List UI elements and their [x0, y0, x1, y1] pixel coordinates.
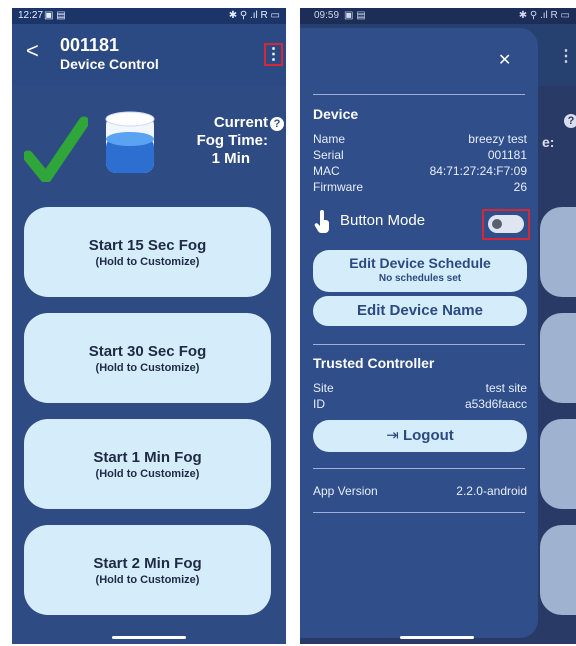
background-more-icon: ⋮ [558, 48, 574, 65]
row-value: 84:71:27:24:F7:09 [429, 164, 527, 178]
row-value: breezy test [468, 132, 527, 146]
background-button [540, 313, 576, 403]
checkmark-icon [24, 116, 88, 182]
app-bar: < 001181 Device Control ⋮ [12, 24, 286, 86]
fog-time-line2: Fog Time: [196, 132, 268, 149]
id-row: ID a53d6faacc [313, 397, 527, 411]
back-arrow-icon[interactable]: < [26, 40, 39, 62]
background-button [540, 207, 576, 297]
row-label: MAC [313, 164, 340, 178]
status-time: 09:59 [314, 10, 340, 21]
row-label: Firmware [313, 180, 363, 194]
button-hint: (Hold to Customize) [95, 574, 200, 586]
row-label: App Version [313, 484, 378, 498]
status-time: 12:27 [18, 10, 44, 21]
fog-time-value: 1 Min [211, 150, 250, 167]
page-subtitle: Device Control [60, 56, 159, 72]
button-label: Start 30 Sec Fog [88, 343, 207, 360]
device-name-row: Name breezy test [313, 132, 527, 146]
device-firmware-row: Firmware 26 [313, 180, 527, 194]
drawer-screen: 09:59 ▣ ▤ ✱ ⚲ .ıl R ▭ ⋮ ? e: ✕ Device Na… [300, 8, 576, 644]
start-1-min-fog-button[interactable]: Start 1 Min Fog (Hold to Customize) [24, 419, 271, 509]
row-label: Name [313, 132, 346, 146]
divider [313, 344, 525, 345]
button-hint: (Hold to Customize) [95, 362, 200, 374]
status-right-icons: ✱ ⚲ .ıl R ▭ [228, 10, 280, 21]
fog-time-line1: Current [213, 114, 268, 131]
row-label: Serial [313, 148, 344, 162]
device-section-title: Device [313, 106, 359, 122]
start-30-sec-fog-button[interactable]: Start 30 Sec Fog (Hold to Customize) [24, 313, 271, 403]
divider [313, 94, 525, 95]
status-notification-icons: ▣ ▤ [44, 10, 66, 21]
start-2-min-fog-button[interactable]: Start 2 Min Fog (Hold to Customize) [24, 525, 271, 615]
edit-device-name-button[interactable]: Edit Device Name [313, 296, 527, 326]
site-row: Site test site [313, 381, 527, 395]
home-indicator[interactable] [400, 636, 474, 639]
device-serial-row: Serial 001181 [313, 148, 527, 162]
background-button [540, 525, 576, 615]
device-mac-row: MAC 84:71:27:24:F7:09 [313, 164, 527, 178]
divider [313, 468, 525, 469]
row-value: 26 [513, 180, 527, 194]
schedule-status: No schedules set [378, 273, 462, 284]
status-bar: 09:59 ▣ ▤ ✱ ⚲ .ıl R ▭ [300, 8, 576, 24]
start-15-sec-fog-button[interactable]: Start 15 Sec Fog (Hold to Customize) [24, 207, 271, 297]
status-bar: 12:27 ▣ ▤ ✱ ⚲ .ıl R ▭ [12, 8, 286, 24]
row-value: test site [485, 381, 527, 395]
status-right-icons: ✱ ⚲ .ıl R ▭ [518, 10, 570, 21]
background-help-icon: ? [564, 114, 576, 128]
logout-icon: ⇥ [386, 427, 399, 444]
toggle-knob [492, 219, 502, 229]
button-label: Start 2 Min Fog [93, 555, 202, 572]
device-control-screen: 12:27 ▣ ▤ ✱ ⚲ .ıl R ▭ < 001181 Device Co… [12, 8, 286, 644]
row-value: 001181 [487, 148, 527, 162]
edit-name-label: Edit Device Name [357, 302, 483, 319]
background-button [540, 419, 576, 509]
fog-tank-icon [105, 111, 155, 173]
row-value: 2.2.0-android [456, 484, 527, 498]
navigation-drawer: ✕ Device Name breezy test Serial 001181 … [300, 28, 538, 638]
home-indicator[interactable] [112, 636, 186, 639]
button-label: Start 15 Sec Fog [88, 237, 207, 254]
page-title: 001181 [60, 35, 120, 55]
help-icon[interactable]: ? [270, 117, 284, 131]
button-mode-toggle[interactable] [488, 215, 524, 233]
row-value: a53d6faacc [464, 397, 527, 411]
logout-label: Logout [402, 427, 454, 444]
button-hint: (Hold to Customize) [95, 256, 200, 268]
row-label: ID [313, 397, 325, 411]
more-options-icon[interactable]: ⋮ [264, 43, 283, 66]
hand-pointer-icon [314, 210, 329, 233]
fog-time-display: Current Fog Time: 1 Min [162, 114, 268, 168]
trusted-controller-title: Trusted Controller [313, 355, 435, 371]
divider [313, 512, 525, 513]
app-version-row: App Version 2.2.0-android [313, 484, 527, 498]
button-mode-label: Button Mode [340, 212, 426, 229]
button-label: Start 1 Min Fog [93, 449, 202, 466]
button-hint: (Hold to Customize) [95, 468, 200, 480]
edit-device-schedule-button[interactable]: Edit Device Schedule No schedules set [313, 250, 527, 292]
logout-button[interactable]: ⇥ Logout [313, 420, 527, 452]
status-notification-icons: ▣ ▤ [344, 10, 366, 21]
row-label: Site [313, 381, 334, 395]
edit-schedule-label: Edit Device Schedule [349, 255, 491, 271]
close-icon[interactable]: ✕ [498, 50, 511, 70]
background-partial-label: e: [542, 134, 555, 150]
